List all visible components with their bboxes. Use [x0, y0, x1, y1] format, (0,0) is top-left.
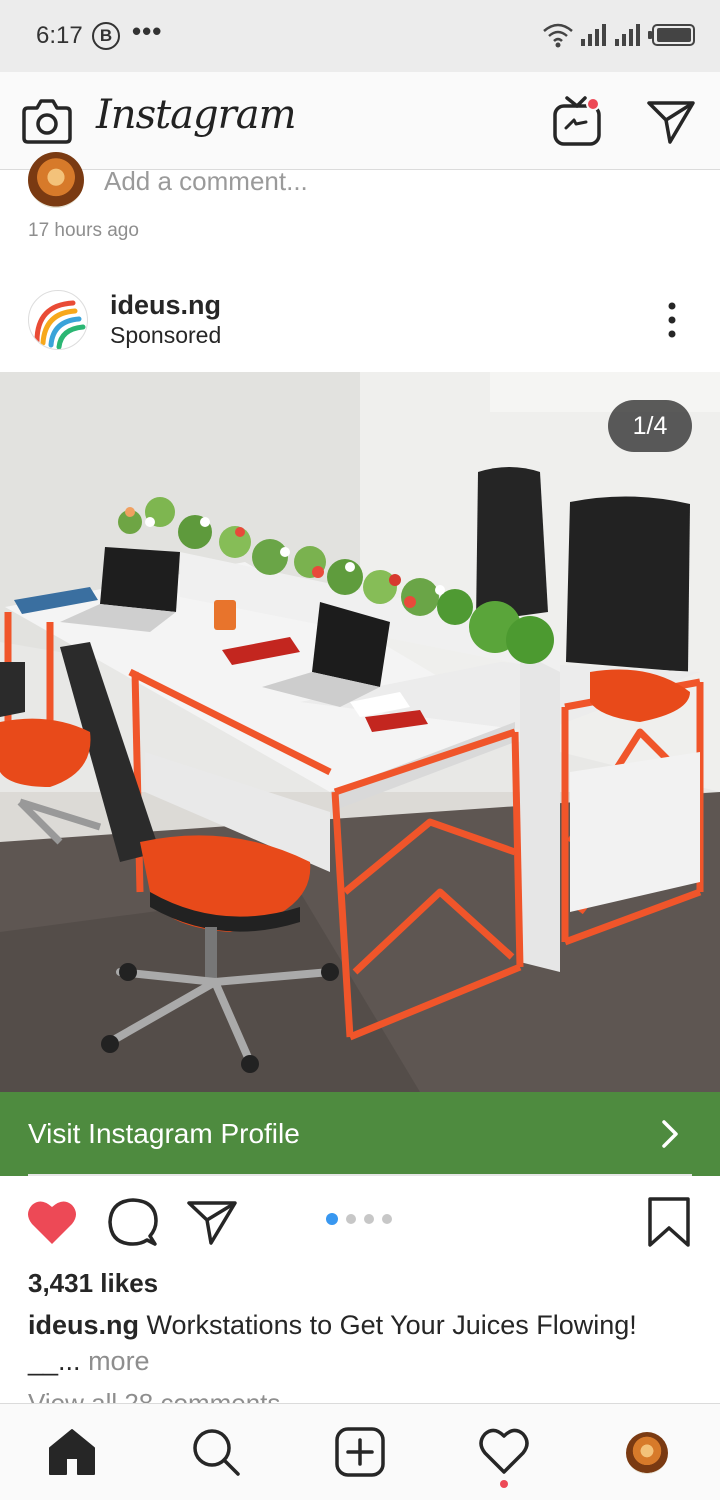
caption-text: Workstations to Get Your Juices Flowing! — [146, 1310, 637, 1340]
battery-icon — [648, 24, 695, 46]
carousel-dot — [382, 1214, 392, 1224]
carousel-dot-active — [326, 1213, 338, 1225]
chevron-right-icon — [662, 1120, 678, 1148]
camera-icon[interactable] — [22, 98, 72, 144]
add-comment-input[interactable]: Add a comment... — [104, 166, 308, 197]
instagram-logo[interactable]: Instagram — [96, 92, 297, 138]
ideus-avatar[interactable] — [28, 290, 88, 350]
more-options-icon[interactable] — [656, 298, 688, 342]
caption-username[interactable]: ideus.ng — [28, 1310, 139, 1340]
profile-avatar[interactable] — [626, 1432, 668, 1474]
post-username[interactable]: ideus.ng — [110, 290, 221, 321]
comment-icon[interactable] — [106, 1196, 158, 1248]
visit-profile-cta[interactable]: Visit Instagram Profile — [0, 1092, 720, 1176]
app-header: Instagram — [0, 72, 720, 170]
bookmark-icon[interactable] — [646, 1196, 692, 1248]
direct-message-icon[interactable] — [646, 98, 696, 144]
post-image[interactable]: 1/4 — [0, 372, 720, 1092]
like-heart-icon[interactable] — [26, 1198, 78, 1246]
caption-continuation: __... more — [28, 1346, 150, 1377]
sponsored-label[interactable]: Sponsored — [110, 322, 221, 349]
bottom-navigation — [0, 1403, 720, 1500]
more-link[interactable]: more — [88, 1346, 150, 1376]
carousel-dot — [364, 1214, 374, 1224]
cta-label: Visit Instagram Profile — [28, 1118, 300, 1149]
signal-icon — [581, 24, 606, 46]
carousel-indicator — [326, 1213, 392, 1225]
signal-icon — [615, 24, 640, 46]
share-icon[interactable] — [186, 1198, 238, 1246]
office-workstation-photo — [0, 372, 720, 1092]
home-icon[interactable] — [46, 1426, 98, 1478]
likes-count[interactable]: 3,431 likes — [28, 1268, 158, 1299]
ideus-logo-icon — [34, 300, 86, 349]
status-bar: 6:17 B ••• — [0, 0, 720, 72]
caption-cont: __... — [28, 1346, 81, 1376]
search-icon[interactable] — [190, 1426, 242, 1478]
divider — [28, 1174, 692, 1176]
more-notifications-icon: ••• — [132, 16, 163, 46]
activity-notification-dot — [500, 1480, 508, 1488]
caption: ideus.ng Workstations to Get Your Juices… — [28, 1308, 708, 1342]
status-icons — [542, 22, 696, 48]
activity-heart-icon[interactable] — [478, 1426, 530, 1478]
b-badge-icon: B — [92, 22, 120, 50]
image-counter: 1/4 — [608, 400, 692, 452]
wifi-icon — [543, 23, 573, 48]
igtv-notification-dot — [586, 97, 600, 111]
commenter-avatar — [28, 152, 84, 208]
status-time: 6:17 — [36, 22, 83, 49]
new-post-icon[interactable] — [334, 1426, 386, 1478]
carousel-dot — [346, 1214, 356, 1224]
post-timestamp: 17 hours ago — [28, 220, 139, 241]
